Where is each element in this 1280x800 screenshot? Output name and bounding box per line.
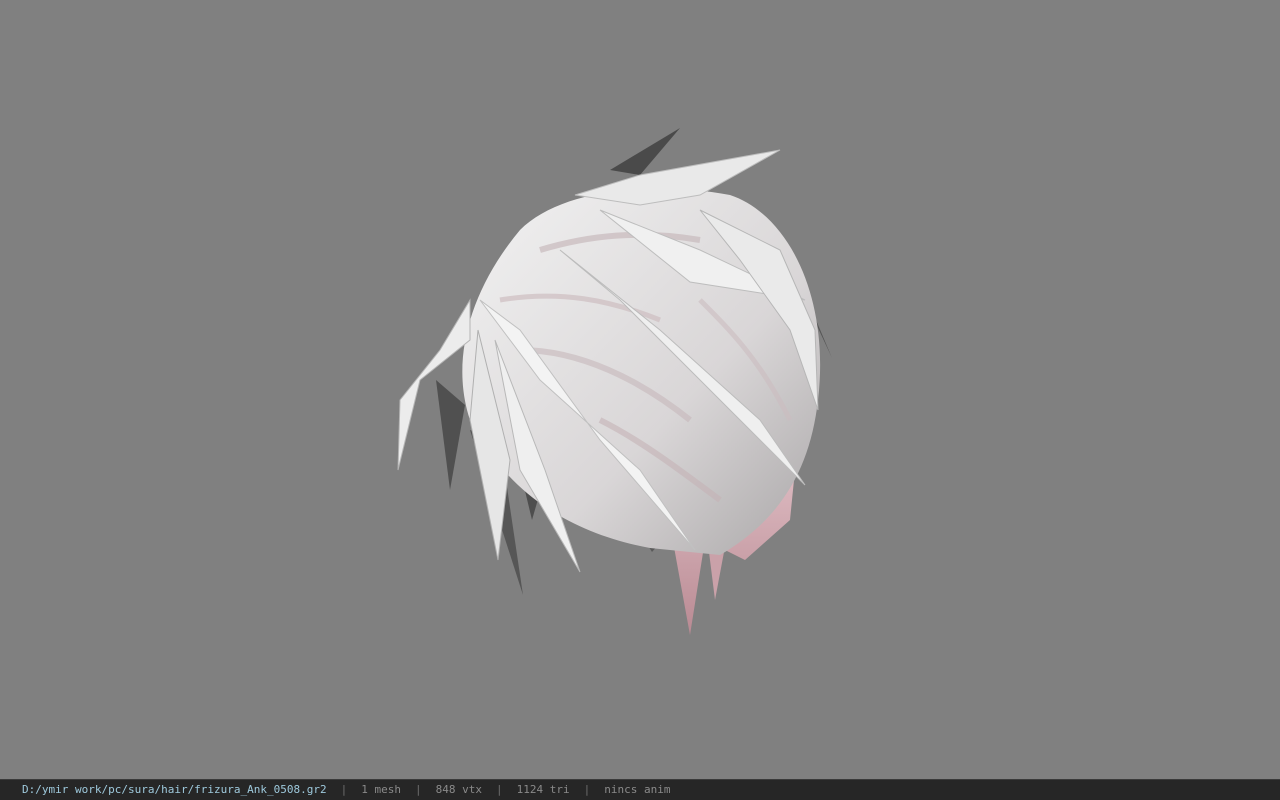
status-vertex-count: 848 vtx [435, 783, 482, 796]
status-separator: | [415, 783, 422, 796]
status-bar: D:/ymir work/pc/sura/hair/frizura_Ank_05… [0, 779, 1280, 800]
status-animation: nincs anim [604, 783, 671, 796]
status-triangle-count: 1124 tri [516, 783, 570, 796]
3d-viewport[interactable] [0, 0, 1280, 779]
status-separator: | [583, 783, 591, 796]
status-separator: | [496, 783, 503, 796]
status-mesh-count: 1 mesh [361, 783, 402, 796]
status-file-path: D:/ymir work/pc/sura/hair/frizura_Ank_05… [22, 783, 327, 796]
status-separator: | [340, 783, 348, 796]
hair-model[interactable] [0, 0, 1280, 779]
